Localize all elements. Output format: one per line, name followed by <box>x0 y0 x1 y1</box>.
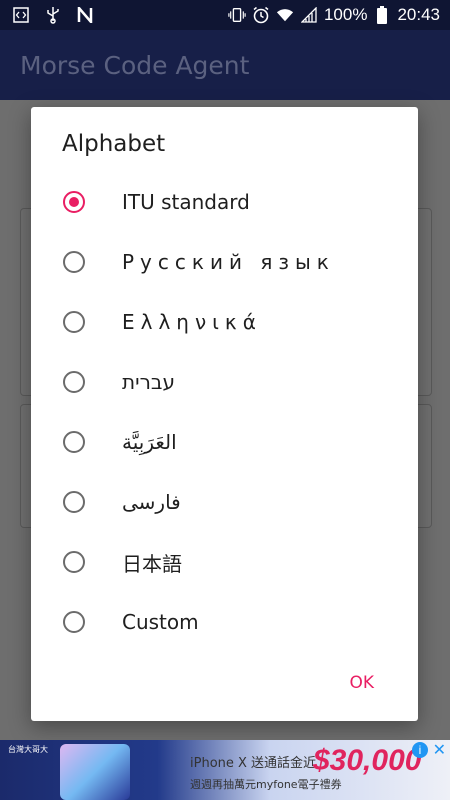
option-greek[interactable]: Ελληνικά <box>31 292 418 352</box>
option-label: ITU standard <box>122 190 250 214</box>
option-label: Русский язык <box>122 250 335 274</box>
n-icon <box>76 6 94 24</box>
ad-brand: 台灣大哥大 <box>8 745 48 754</box>
radio-button[interactable] <box>63 311 85 333</box>
vibrate-icon <box>228 6 246 24</box>
ad-headline: iPhone X 送通話金近 <box>190 756 317 771</box>
ad-close-icon[interactable]: ✕ <box>433 740 446 760</box>
ad-phone-image <box>60 744 130 800</box>
ad-subtext: 週週再抽萬元myfone電子禮券 <box>190 778 342 791</box>
option-custom[interactable]: Custom <box>31 592 418 652</box>
option-arabic[interactable]: العَرَبِيَّة <box>31 412 418 472</box>
option-hebrew[interactable]: עברית <box>31 352 418 412</box>
radio-button-selected[interactable] <box>63 191 85 213</box>
clock-time: 20:43 <box>397 5 440 24</box>
wifi-icon <box>276 6 294 24</box>
dialog-title: Alphabet <box>62 131 166 157</box>
ad-info-icon[interactable]: i <box>412 742 428 758</box>
radio-button[interactable] <box>63 551 85 573</box>
ad-banner[interactable]: 台灣大哥大 iPhone X 送通話金近 $30,000 週週再抽萬元myfon… <box>0 740 450 800</box>
battery-icon <box>373 6 391 24</box>
option-japanese[interactable]: 日本語 <box>31 532 418 592</box>
option-label: Custom <box>122 610 199 634</box>
alarm-icon <box>252 6 270 24</box>
option-itu-standard[interactable]: ITU standard <box>31 172 418 232</box>
radio-button[interactable] <box>63 251 85 273</box>
code-icon <box>12 6 30 24</box>
radio-button[interactable] <box>63 491 85 513</box>
option-label: 日本語 <box>122 551 182 576</box>
option-label: العَرَبِيَّة <box>122 430 177 454</box>
ad-price: $30,000 <box>313 744 422 777</box>
radio-button[interactable] <box>63 611 85 633</box>
ok-button[interactable]: OK <box>349 673 374 693</box>
app-toolbar: Morse Code Agent <box>0 30 450 100</box>
option-label: Ελληνικά <box>122 310 262 334</box>
option-farsi[interactable]: فارسی <box>31 472 418 532</box>
signal-icon <box>300 6 318 24</box>
option-label: فارسی <box>122 490 181 514</box>
option-russian[interactable]: Русский язык <box>31 232 418 292</box>
radio-button[interactable] <box>63 371 85 393</box>
radio-button[interactable] <box>63 431 85 453</box>
battery-percent: 100% <box>323 5 368 24</box>
option-label: עברית <box>122 370 175 394</box>
alphabet-dialog: Alphabet ITU standard Русский язык Ελλην… <box>31 107 418 721</box>
usb-icon <box>44 6 62 24</box>
status-bar: 100% 20:43 <box>0 0 450 30</box>
app-title: Morse Code Agent <box>20 50 250 80</box>
